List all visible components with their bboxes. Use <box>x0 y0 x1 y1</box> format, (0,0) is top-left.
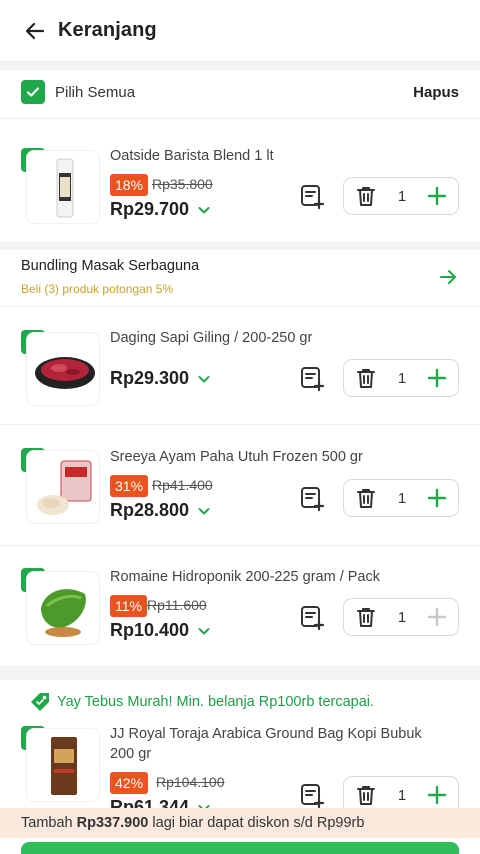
product-image[interactable] <box>26 571 100 645</box>
header-bar: Keranjang <box>0 0 480 62</box>
quantity-stepper: 1 <box>343 359 459 397</box>
chevron-down-icon <box>198 375 210 382</box>
cart-item: JJ Royal Toraja Arabica Ground Bag Kopi … <box>0 720 480 817</box>
trash-icon <box>357 369 375 388</box>
discount-badge: 42% <box>110 772 149 794</box>
product-name-line2[interactable]: 200 gr <box>110 746 151 762</box>
plus-icon <box>427 488 447 508</box>
trash-icon <box>357 187 375 206</box>
increase-quantity-button-disabled[interactable] <box>416 599 458 635</box>
checkout-button[interactable] <box>21 842 459 854</box>
trash-icon <box>357 786 375 805</box>
product-image[interactable] <box>26 728 100 802</box>
price-row[interactable]: Rp29.700 <box>110 199 211 220</box>
product-price: Rp10.400 <box>110 620 190 640</box>
promo-banner: Yay Tebus Murah! Min. belanja Rp100rb te… <box>0 686 480 718</box>
product-name[interactable]: Oatside Barista Blend 1 lt <box>110 148 274 164</box>
plus-icon <box>427 607 447 627</box>
note-add-icon <box>301 367 325 392</box>
discount-badge: 11% <box>110 595 147 617</box>
quantity-value[interactable]: 1 <box>388 370 416 387</box>
arrow-right-icon[interactable] <box>437 266 459 288</box>
note-add-icon <box>301 185 325 210</box>
plus-icon <box>427 785 447 805</box>
product-price: Rp29.700 <box>110 199 190 219</box>
quantity-stepper: 1 <box>343 177 459 215</box>
cart-item: Romaine Hidroponik 200-225 gram / Pack 1… <box>0 545 480 665</box>
add-note-button[interactable] <box>298 182 326 210</box>
original-price: Rp104.100 <box>156 774 225 790</box>
delete-selected-button[interactable]: Hapus <box>413 84 459 101</box>
quantity-value[interactable]: 1 <box>388 490 416 507</box>
add-note-button[interactable] <box>298 484 326 512</box>
original-price: Rp11.600 <box>147 597 207 613</box>
quantity-stepper: 1 <box>343 479 459 517</box>
quantity-value[interactable]: 1 <box>388 609 416 626</box>
original-price: Rp41.400 <box>152 477 213 493</box>
bundle-title: Bundling Masak Serbaguna <box>21 258 200 274</box>
banner-text: Tambah Rp337.900 lagi biar dapat diskon … <box>21 815 365 831</box>
product-image[interactable] <box>26 150 100 224</box>
back-button[interactable] <box>18 14 52 48</box>
note-add-icon <box>301 606 325 631</box>
select-all-row: Pilih Semua Hapus <box>0 70 480 114</box>
chevron-down-icon <box>198 206 210 213</box>
bundle-subtitle: Beli (3) produk potongan 5% <box>21 282 174 296</box>
price-row[interactable]: Rp10.400 <box>110 620 211 641</box>
banner-amount: Rp337.900 <box>76 815 149 831</box>
price-row[interactable]: Rp28.800 <box>110 500 211 521</box>
remove-item-button[interactable] <box>344 178 388 214</box>
arrow-left-icon <box>25 22 45 39</box>
add-note-button[interactable] <box>298 781 326 809</box>
promo-text: Yay Tebus Murah! Min. belanja Rp100rb te… <box>57 694 375 710</box>
remove-item-button[interactable] <box>344 480 388 516</box>
discount-badge: 18% <box>110 174 149 196</box>
page-title: Keranjang <box>58 19 157 41</box>
product-name[interactable]: Daging Sapi Giling / 200-250 gr <box>110 330 312 346</box>
increase-quantity-button[interactable] <box>416 480 458 516</box>
original-price: Rp35.800 <box>152 176 213 192</box>
product-price: Rp28.800 <box>110 500 190 520</box>
add-note-button[interactable] <box>298 603 326 631</box>
cart-item: Sreeya Ayam Paha Utuh Frozen 500 gr 31% … <box>0 424 480 542</box>
cart-item: Daging Sapi Giling / 200-250 gr Rp29.300… <box>0 306 480 422</box>
plus-icon <box>427 368 447 388</box>
trash-icon <box>357 489 375 508</box>
trash-icon <box>357 608 375 627</box>
plus-icon <box>427 186 447 206</box>
increase-quantity-button[interactable] <box>416 178 458 214</box>
note-add-icon <box>301 784 325 809</box>
section-divider <box>0 666 480 680</box>
quantity-stepper: 1 <box>343 598 459 636</box>
product-name[interactable]: Romaine Hidroponik 200-225 gram / Pack <box>110 569 380 585</box>
bundle-header[interactable]: Bundling Masak Serbaguna Beli (3) produk… <box>0 250 480 306</box>
cart-item: Oatside Barista Blend 1 lt 18% Rp35.800 … <box>0 118 480 240</box>
check-icon <box>26 87 40 97</box>
section-divider <box>0 242 480 250</box>
increase-quantity-button[interactable] <box>416 360 458 396</box>
product-image[interactable] <box>26 450 100 524</box>
note-add-icon <box>301 487 325 512</box>
product-name[interactable]: Sreeya Ayam Paha Utuh Frozen 500 gr <box>110 449 363 465</box>
select-all-checkbox[interactable] <box>21 80 45 104</box>
discount-progress-banner: Tambah Rp337.900 lagi biar dapat diskon … <box>0 808 480 838</box>
product-price: Rp29.300 <box>110 368 190 388</box>
price-row[interactable]: Rp29.300 <box>110 368 211 389</box>
discount-badge: 31% <box>110 475 149 497</box>
remove-item-button[interactable] <box>344 360 388 396</box>
chevron-down-icon <box>198 507 210 514</box>
remove-item-button[interactable] <box>344 599 388 635</box>
select-all-label: Pilih Semua <box>55 83 136 101</box>
product-image[interactable] <box>26 332 100 406</box>
section-divider <box>0 62 480 70</box>
product-name[interactable]: JJ Royal Toraja Arabica Ground Bag Kopi … <box>110 726 422 742</box>
quantity-value[interactable]: 1 <box>388 188 416 205</box>
add-note-button[interactable] <box>298 364 326 392</box>
tag-icon <box>31 693 49 711</box>
chevron-down-icon <box>198 627 210 634</box>
quantity-value[interactable]: 1 <box>388 787 416 804</box>
